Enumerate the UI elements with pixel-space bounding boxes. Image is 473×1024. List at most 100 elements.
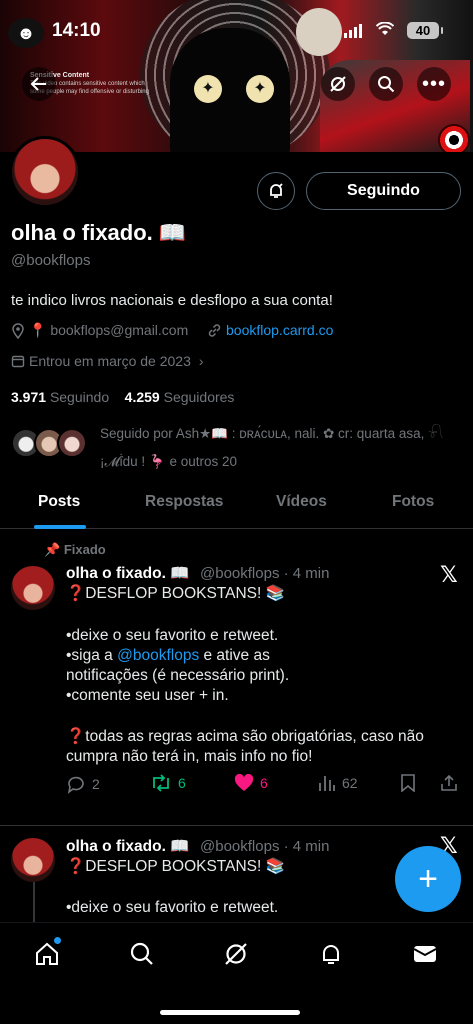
following-label: Seguindo [49, 389, 110, 405]
location-icon [12, 322, 24, 339]
link-text[interactable]: bookflop.carrd.co [226, 322, 333, 338]
home-notification-dot [54, 937, 61, 944]
status-bar: ☻ 14:10 40 [0, 18, 473, 48]
wifi-icon [375, 21, 395, 41]
views-count: 62 [342, 775, 358, 791]
status-app-icon: ☻ [8, 18, 44, 48]
tweet-text: e ative as [199, 647, 270, 664]
tweet-actions: 2 6 6 62 [66, 774, 466, 798]
pin-icon: 📌 [44, 542, 61, 557]
follower-avatar-3[interactable] [57, 428, 87, 458]
thread-line [33, 882, 35, 924]
location-text: 📍 bookflops@gmail.com [29, 322, 189, 338]
arrow-left-icon [30, 77, 46, 91]
profile-bio: te indico livros nacionais e desflopo a … [11, 292, 333, 309]
tweet-time: · 4 min [283, 838, 330, 855]
retweet-icon [153, 774, 169, 792]
bookmark-button[interactable] [400, 774, 416, 792]
views-icon [319, 776, 335, 791]
signal-icon [344, 24, 362, 38]
plus-icon: + [418, 859, 438, 898]
grok-icon [225, 943, 247, 965]
share-button[interactable] [440, 774, 458, 792]
cat-eye-left: ✦ [194, 75, 222, 103]
joined-text: Entrou em março de 2023 [29, 353, 191, 369]
followed-by-text[interactable]: Seguido por Ash★📖 : ᴅʀᴀ́ᴄᴜʟᴀ, nali. ✿ cr… [100, 420, 460, 476]
link-icon [208, 323, 221, 337]
x-logo-icon: 𝕏 [440, 562, 458, 587]
bell-icon [270, 183, 283, 198]
profile-tabs: Posts Respostas Vídeos Fotos [0, 483, 473, 529]
tweet-line: •comente seu user + in. [66, 687, 229, 704]
active-tab-indicator [34, 525, 86, 529]
notifications-button[interactable] [257, 172, 295, 210]
retweet-count: 6 [178, 775, 186, 791]
chevron-right-icon[interactable]: › [199, 353, 204, 369]
following-button[interactable]: Seguindo [306, 172, 461, 210]
followers-link[interactable]: 4.259 Seguidores [125, 389, 235, 405]
profile-link[interactable]: bookflop.carrd.co [207, 322, 333, 338]
tweet-line: notificações (é necessário print). [66, 667, 290, 684]
nav-grok[interactable] [219, 937, 253, 971]
grok-icon [330, 76, 346, 92]
tab-videos[interactable]: Vídeos [276, 493, 327, 511]
nav-messages[interactable] [408, 937, 442, 971]
home-icon [36, 942, 58, 965]
banner-eye [438, 124, 470, 152]
tweet-line: ❓DESFLOP BOOKSTANS! 📚 [66, 585, 285, 602]
bottom-navigation [0, 922, 473, 1024]
tweet-avatar[interactable] [11, 566, 55, 610]
more-button[interactable]: ••• [417, 67, 451, 101]
battery-indicator: 40 [407, 22, 443, 39]
tweet-line: ❓todas as regras acima são obrigatórias,… [66, 728, 424, 745]
profile-name: olha o fixado. 📖 [11, 220, 187, 245]
search-button[interactable] [369, 67, 403, 101]
tweet-handle-text: @bookflops [200, 838, 280, 855]
views-button[interactable]: 62 [318, 774, 358, 792]
tweet-line: •deixe o seu favorito e retweet. [66, 627, 279, 644]
tab-photos[interactable]: Fotos [392, 493, 434, 511]
tweet-author-handle[interactable]: @bookflops · 4 min [200, 565, 329, 582]
tweet-avatar[interactable] [11, 838, 55, 882]
heart-icon [234, 774, 254, 791]
back-button[interactable] [22, 67, 56, 101]
mail-icon [413, 946, 437, 962]
retweet-button[interactable]: 6 [150, 774, 186, 792]
mention-link[interactable]: @bookflops [117, 647, 199, 664]
followers-count: 4.259 [124, 389, 160, 405]
tweet-divider [0, 825, 473, 826]
like-button[interactable]: 6 [234, 774, 268, 792]
home-indicator [160, 1010, 300, 1015]
tab-posts[interactable]: Posts [38, 493, 80, 511]
reply-button[interactable]: 2 [66, 774, 100, 794]
followers-label: Seguidores [163, 389, 235, 405]
tweet-author-handle[interactable]: @bookflops · 4 min [200, 838, 329, 855]
reply-icon [67, 776, 84, 794]
bookmark-icon [401, 774, 415, 792]
like-count: 6 [260, 775, 268, 791]
profile-joined: Entrou em março de 2023 › [11, 353, 204, 369]
search-icon [378, 76, 395, 93]
tweet-handle-text: @bookflops [200, 565, 280, 582]
tweet-time: · 4 min [283, 565, 330, 582]
nav-notifications[interactable] [314, 937, 348, 971]
follow-counts: 3.971 Seguindo 4.259 Seguidores [11, 389, 234, 405]
following-link[interactable]: 3.971 Seguindo [11, 389, 109, 405]
tab-replies[interactable]: Respostas [145, 493, 223, 511]
tweet-line: •siga a @bookflops e ative as [66, 646, 270, 666]
more-icon: ••• [421, 72, 446, 95]
tweet-author-name[interactable]: olha o fixado. 📖 [66, 564, 190, 583]
tweet-text: •siga a [66, 647, 118, 664]
pinned-text: Fixado [63, 542, 106, 557]
profile-location: 📍 bookflops@gmail.com [11, 322, 188, 339]
reply-count: 2 [92, 776, 100, 792]
grok-button[interactable] [321, 67, 355, 101]
cat-eye-right: ✦ [246, 75, 274, 103]
compose-button[interactable]: + [395, 846, 461, 912]
status-time: 14:10 [52, 20, 101, 41]
nav-search[interactable] [125, 937, 159, 971]
profile-avatar[interactable] [9, 136, 81, 208]
tweet-line: •deixe o seu favorito e retweet. [66, 899, 279, 916]
tweet-line: cumpra não terá in, mais info no fio! [66, 748, 313, 765]
tweet-author-name[interactable]: olha o fixado. 📖 [66, 837, 190, 856]
